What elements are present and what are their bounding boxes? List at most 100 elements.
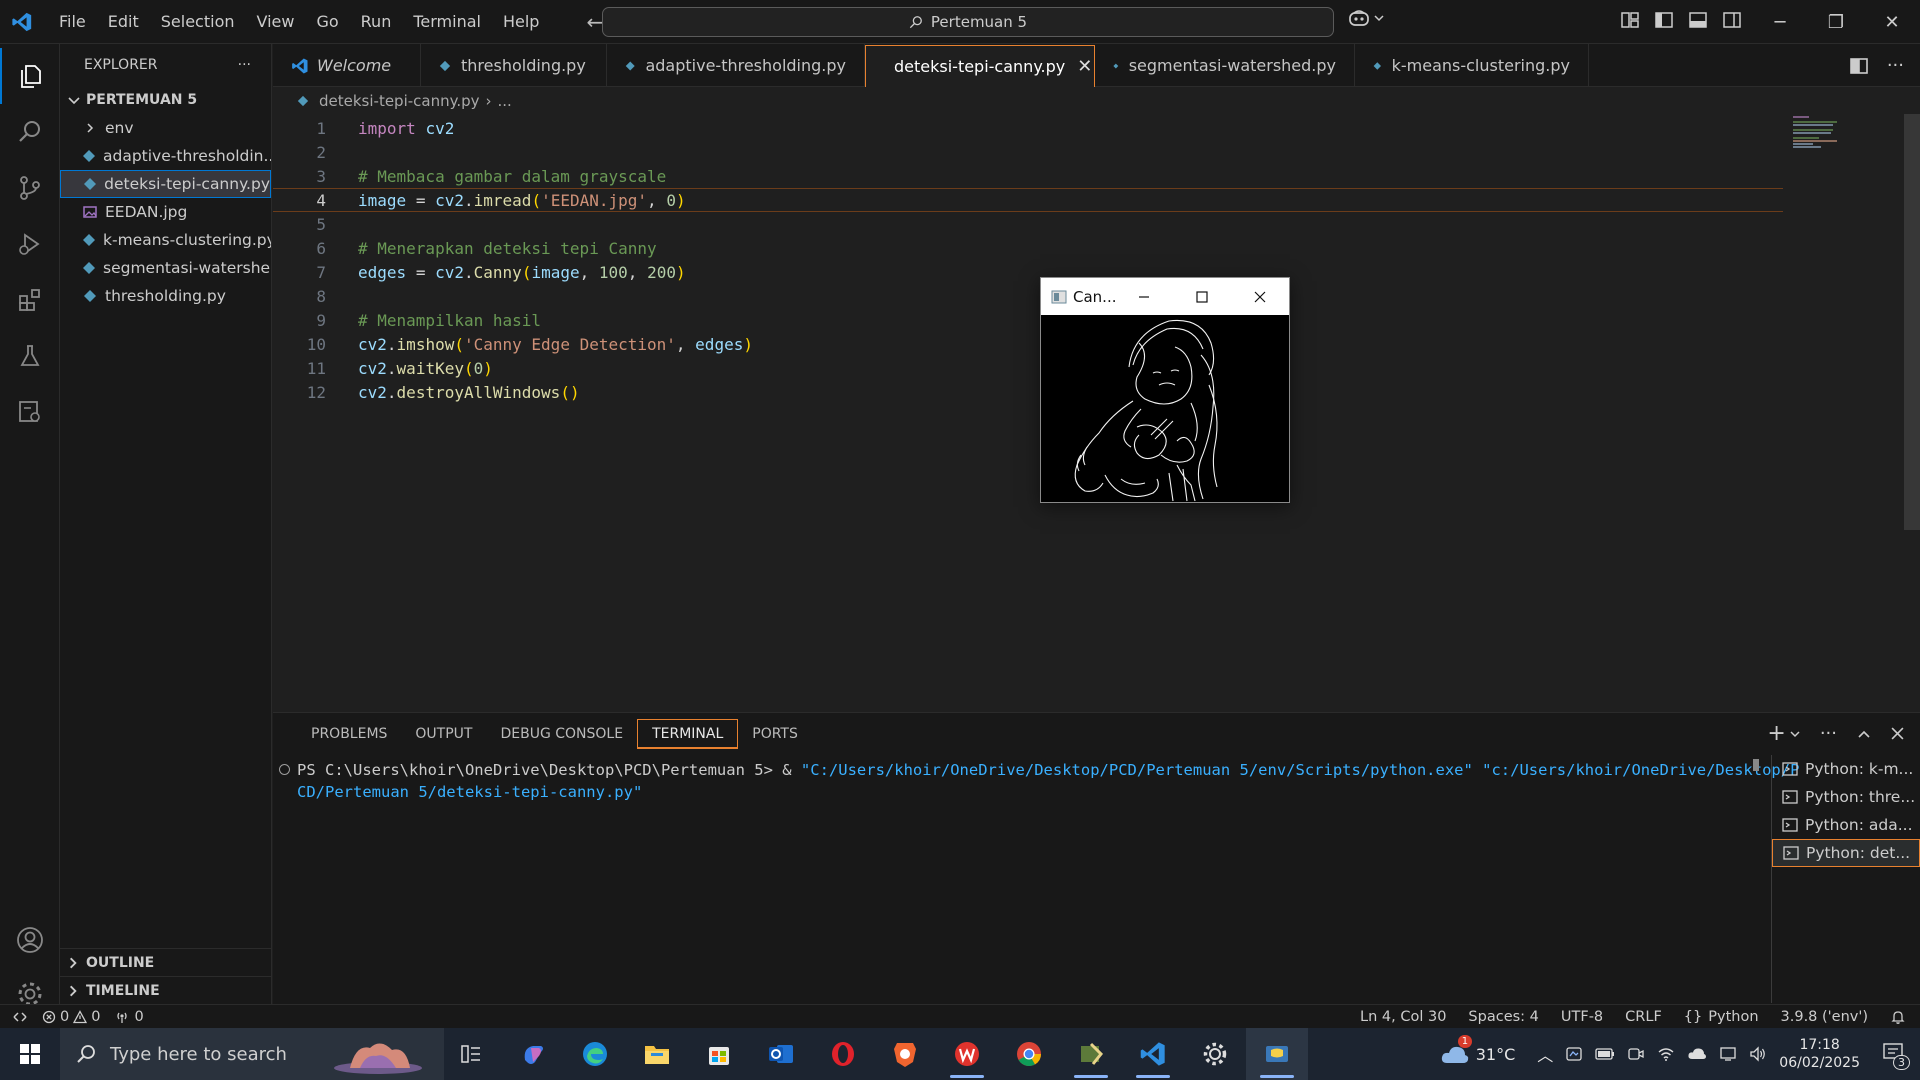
- command-center-search[interactable]: Pertemuan 5: [602, 7, 1334, 37]
- menu-go[interactable]: Go: [305, 0, 349, 44]
- tab-k-means-clustering[interactable]: k-means-clustering.py: [1355, 44, 1589, 87]
- new-terminal-icon[interactable]: +: [1767, 721, 1785, 746]
- settings-app-icon[interactable]: [1184, 1028, 1246, 1080]
- onedrive-icon[interactable]: [1565, 1045, 1583, 1063]
- back-arrow-icon[interactable]: ←: [586, 10, 603, 34]
- menu-view[interactable]: View: [246, 0, 306, 44]
- encoding[interactable]: UTF-8: [1561, 1009, 1603, 1025]
- file-explorer-icon[interactable]: [626, 1028, 688, 1080]
- tab-segmentasi-watershed[interactable]: segmentasi-watershed.py: [1095, 44, 1355, 87]
- customize-layout-icon[interactable]: [1620, 10, 1640, 30]
- canny-window-titlebar[interactable]: Can...: [1041, 278, 1289, 315]
- menu-run[interactable]: Run: [350, 0, 403, 44]
- notifications-bell-icon[interactable]: [1890, 1009, 1906, 1025]
- tab-welcome[interactable]: Welcome: [273, 44, 421, 87]
- python-interpreter[interactable]: 3.9.8 ('env'): [1781, 1009, 1868, 1025]
- tab-terminal[interactable]: TERMINAL: [637, 719, 739, 749]
- tab-problems[interactable]: PROBLEMS: [297, 719, 401, 749]
- terminal-instance[interactable]: Python: k-m...: [1772, 755, 1920, 783]
- tree-file-segmentasi-watershed[interactable]: segmentasi-watershe...: [60, 254, 271, 282]
- minimize-icon[interactable]: ─: [1752, 0, 1808, 44]
- tree-file-deteksi-tepi-canny[interactable]: deteksi-tepi-canny.py: [60, 170, 271, 198]
- wps-office-icon[interactable]: [936, 1028, 998, 1080]
- notification-center[interactable]: 3: [1882, 1042, 1910, 1070]
- cursor-position[interactable]: Ln 4, Col 30: [1360, 1009, 1446, 1025]
- ports-indicator[interactable]: 0: [114, 1009, 144, 1025]
- tree-file-thresholding[interactable]: thresholding.py: [60, 282, 271, 310]
- menu-terminal[interactable]: Terminal: [402, 0, 492, 44]
- menu-help[interactable]: Help: [492, 0, 550, 44]
- toggle-secondary-sidebar-icon[interactable]: [1722, 10, 1742, 30]
- run-debug-icon[interactable]: [0, 216, 60, 272]
- copilot-app-icon[interactable]: [502, 1028, 564, 1080]
- search-icon[interactable]: [0, 104, 60, 160]
- maximize-panel-icon[interactable]: [1857, 727, 1871, 741]
- testing-flask-icon[interactable]: [0, 328, 60, 384]
- tree-file-adaptive-thresholding[interactable]: adaptive-thresholdin...: [60, 142, 271, 170]
- source-control-icon[interactable]: [0, 160, 60, 216]
- toggle-panel-icon[interactable]: [1688, 10, 1708, 30]
- breadcrumb-file[interactable]: deteksi-tepi-canny.py: [319, 92, 480, 110]
- toggle-primary-sidebar-icon[interactable]: [1654, 10, 1674, 30]
- more-actions-icon[interactable]: ···: [1887, 55, 1904, 76]
- canny-output-window[interactable]: Can...: [1040, 277, 1290, 503]
- cloud-sync-icon[interactable]: [1687, 1047, 1707, 1061]
- remote-indicator-icon[interactable]: [12, 1009, 28, 1025]
- more-actions-icon[interactable]: ···: [238, 57, 251, 73]
- minimize-icon[interactable]: [1115, 278, 1173, 315]
- minimap[interactable]: [1791, 114, 1911, 154]
- timeline-section[interactable]: TIMELINE: [60, 976, 271, 1004]
- tab-ports[interactable]: PORTS: [738, 719, 812, 749]
- editor-scrollbar[interactable]: [1904, 114, 1920, 530]
- close-icon[interactable]: [1231, 278, 1289, 315]
- volume-icon[interactable]: [1749, 1046, 1767, 1062]
- tab-debug-console[interactable]: DEBUG CONSOLE: [486, 719, 637, 749]
- tree-file-k-means-clustering[interactable]: k-means-clustering.py: [60, 226, 271, 254]
- windows-start-icon[interactable]: [0, 1028, 60, 1080]
- terminal-scrollbar[interactable]: [1753, 759, 1759, 771]
- close-window-icon[interactable]: ✕: [1864, 0, 1920, 44]
- taskbar-search[interactable]: Type here to search: [60, 1028, 444, 1080]
- outlook-icon[interactable]: [750, 1028, 812, 1080]
- split-editor-icon[interactable]: [1849, 56, 1869, 76]
- breadcrumb-symbols[interactable]: ...: [498, 92, 512, 110]
- tab-adaptive-thresholding[interactable]: adaptive-thresholding.py: [607, 44, 865, 87]
- battery-icon[interactable]: [1595, 1047, 1615, 1061]
- tree-folder-env[interactable]: env: [60, 114, 271, 142]
- menu-edit[interactable]: Edit: [97, 0, 150, 44]
- problems-indicator[interactable]: 0 0: [42, 1009, 100, 1025]
- chevron-down-icon[interactable]: [1790, 729, 1800, 739]
- terminal-instance-active[interactable]: Python: det...: [1772, 839, 1920, 867]
- display-icon[interactable]: [1719, 1046, 1737, 1062]
- microsoft-store-icon[interactable]: [688, 1028, 750, 1080]
- chrome-browser-icon[interactable]: [998, 1028, 1060, 1080]
- tab-thresholding[interactable]: thresholding.py: [421, 44, 607, 87]
- close-tab-icon[interactable]: ✕: [1077, 56, 1092, 77]
- vscode-taskbar-icon[interactable]: [1122, 1028, 1184, 1080]
- python-idle-icon[interactable]: [1060, 1028, 1122, 1080]
- taskbar-clock[interactable]: 17:18 06/02/2025: [1779, 1036, 1860, 1072]
- remote-explorer-icon[interactable]: [0, 384, 60, 440]
- explorer-icon[interactable]: [0, 48, 60, 104]
- opera-browser-icon[interactable]: [812, 1028, 874, 1080]
- tab-deteksi-tepi-canny[interactable]: deteksi-tepi-canny.py ✕: [865, 45, 1095, 87]
- indentation[interactable]: Spaces: 4: [1468, 1009, 1538, 1025]
- language-mode[interactable]: {} Python: [1684, 1009, 1759, 1025]
- tree-file-eedan-jpg[interactable]: EEDAN.jpg: [60, 198, 271, 226]
- python-app-icon[interactable]: [1246, 1028, 1308, 1080]
- maximize-icon[interactable]: [1173, 278, 1231, 315]
- more-actions-icon[interactable]: ···: [1820, 723, 1837, 744]
- outline-section[interactable]: OUTLINE: [60, 948, 271, 976]
- menu-selection[interactable]: Selection: [150, 0, 246, 44]
- copilot-button[interactable]: [1348, 9, 1384, 27]
- edge-browser-icon[interactable]: [564, 1028, 626, 1080]
- brave-browser-icon[interactable]: [874, 1028, 936, 1080]
- terminal-instance[interactable]: Python: ada...: [1772, 811, 1920, 839]
- tab-output[interactable]: OUTPUT: [401, 719, 486, 749]
- terminal-instance[interactable]: Python: thre...: [1772, 783, 1920, 811]
- workspace-folder[interactable]: PERTEMUAN 5: [60, 86, 271, 114]
- menu-file[interactable]: File: [48, 0, 97, 44]
- terminal-output[interactable]: PS C:\Users\khoir\OneDrive\Desktop\PCD\P…: [273, 759, 1799, 1003]
- wifi-icon[interactable]: [1657, 1046, 1675, 1062]
- close-panel-icon[interactable]: [1891, 727, 1904, 740]
